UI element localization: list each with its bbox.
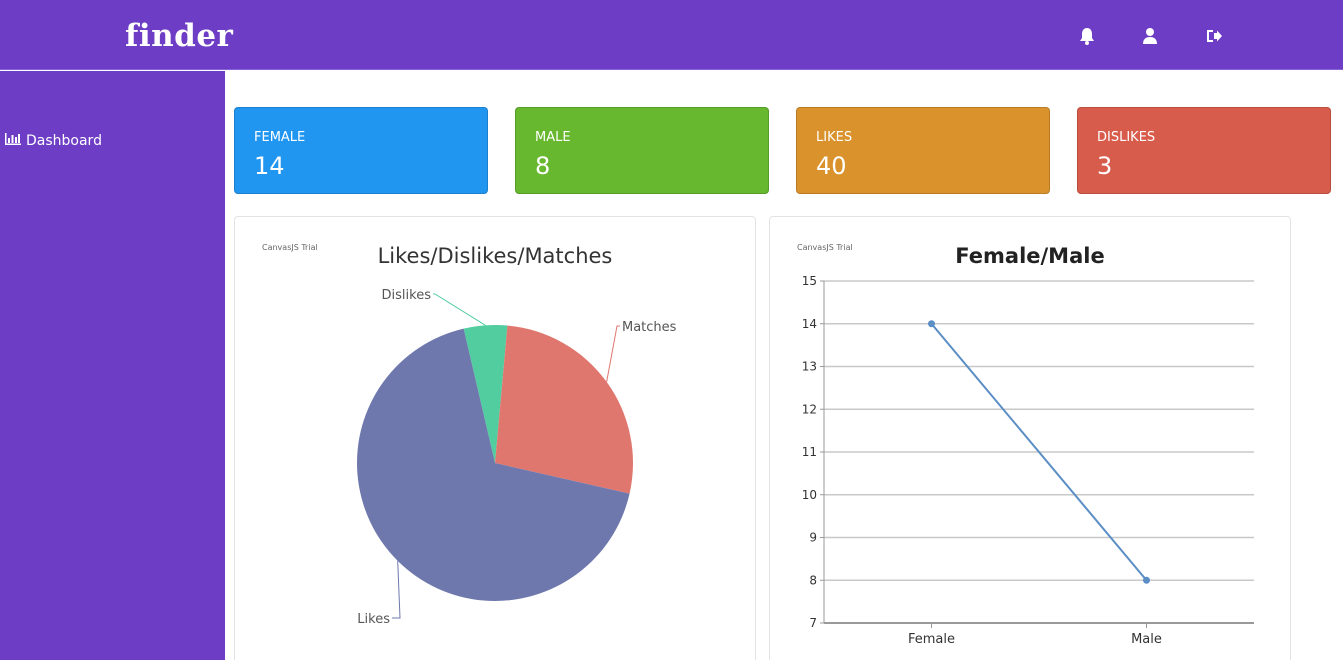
line-chart-panel: CanvasJS Trial Female/Male 7 8 9 10 11 12 13 14… [769,216,1291,660]
sidebar-item-label: Dashboard [26,133,102,149]
y-tick-label: 7 [809,616,817,630]
bar-chart-icon [5,133,21,149]
card-label: MALE [535,130,571,145]
pie-leader-line [392,560,401,619]
sidebar-item-dashboard[interactable]: Dashboard [5,131,102,151]
pie-chart: Likes Dislikes Matches [357,288,677,627]
app-logo[interactable]: finder [125,18,233,54]
sidebar: Dashboard [0,71,225,660]
pie-label-matches: Matches [622,320,677,335]
bell-icon[interactable] [1077,26,1097,46]
card-label: LIKES [816,130,853,145]
y-tick-label: 14 [802,317,817,331]
dislikes-count-card: DISLIKES 3 [1077,107,1331,194]
pie-chart-panel: CanvasJS Trial Likes/Dislikes/Matches Li… [234,216,756,660]
card-value: 8 [535,152,551,180]
y-tick-label: 12 [802,402,817,416]
pie-leader-line [433,293,486,326]
top-navbar: finder [0,0,1343,70]
x-tick-label: Male [1131,632,1162,647]
card-label: DISLIKES [1097,130,1156,145]
card-value: 14 [254,152,285,180]
y-tick-label: 11 [802,445,817,459]
y-tick-label: 15 [802,274,817,288]
y-tick-label: 10 [802,488,817,502]
pie-leader-line [606,325,620,382]
data-point [928,320,935,328]
x-tick-label: Female [908,632,955,647]
card-value: 40 [816,152,847,180]
user-icon[interactable] [1140,26,1160,46]
card-value: 3 [1097,152,1113,180]
y-tick-label: 8 [809,573,817,587]
card-label: FEMALE [254,130,306,145]
y-tick-label: 9 [809,531,817,545]
y-tick-label: 13 [802,360,817,374]
pie-label-likes: Likes [357,612,390,627]
male-count-card: MALE 8 [515,107,769,194]
line-chart: 7 8 9 10 11 12 13 14 15 Female Male [802,274,1254,647]
female-count-card: FEMALE 14 [234,107,488,194]
data-point [1143,576,1150,584]
likes-count-card: LIKES 40 [796,107,1050,194]
logout-icon[interactable] [1204,26,1224,46]
pie-label-dislikes: Dislikes [382,288,432,303]
